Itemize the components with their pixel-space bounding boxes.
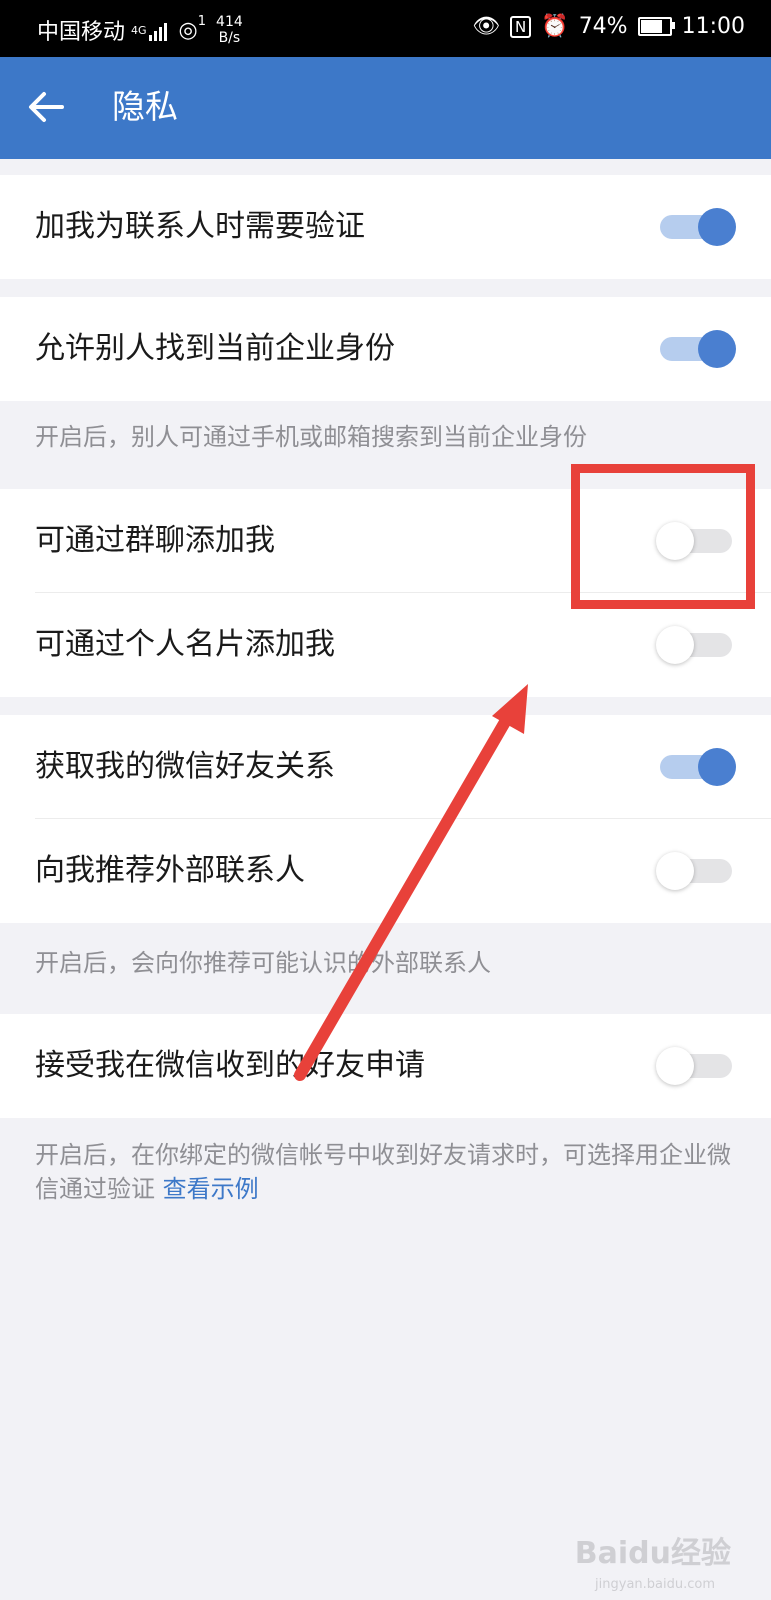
annotation-arrow: [294, 684, 528, 1081]
watermark-url: jingyan.baidu.com: [595, 1577, 715, 1592]
watermark-logo: Baidu经验: [574, 1536, 731, 1571]
